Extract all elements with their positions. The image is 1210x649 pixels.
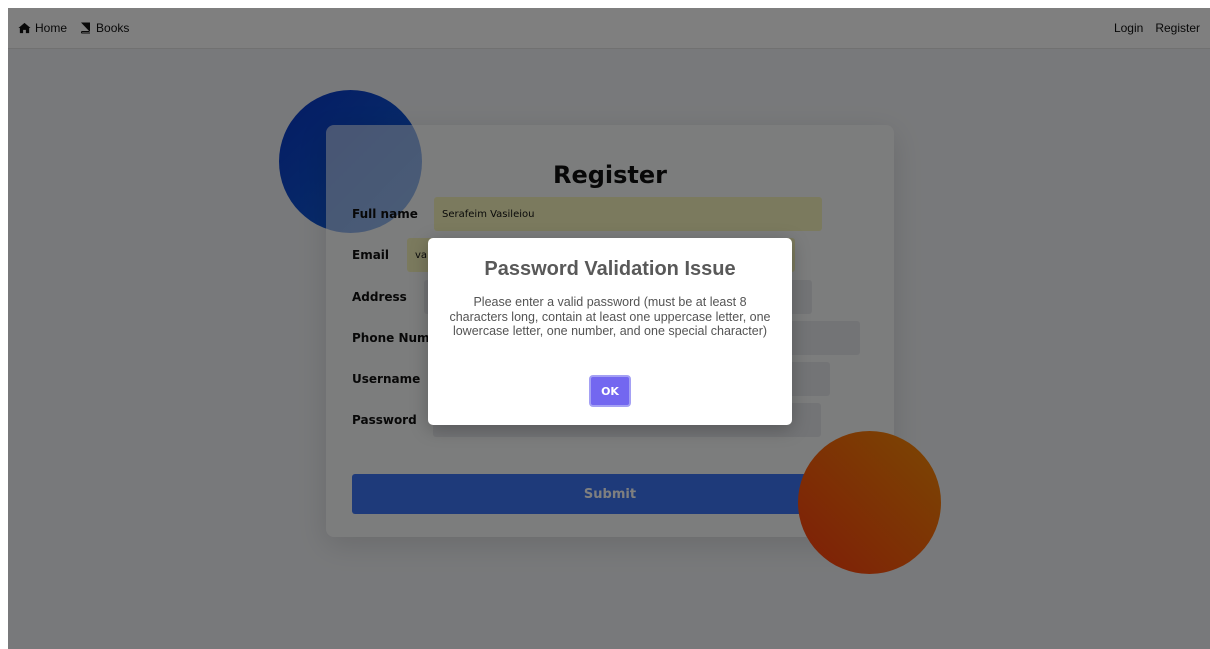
password-validation-dialog: Password Validation Issue Please enter a… xyxy=(428,238,792,425)
ok-button[interactable]: OK xyxy=(589,375,631,407)
dialog-message: Please enter a valid password (must be a… xyxy=(449,295,771,338)
dialog-title: Password Validation Issue xyxy=(484,258,736,280)
page: Home Books Login Register Register Full … xyxy=(8,8,1210,649)
